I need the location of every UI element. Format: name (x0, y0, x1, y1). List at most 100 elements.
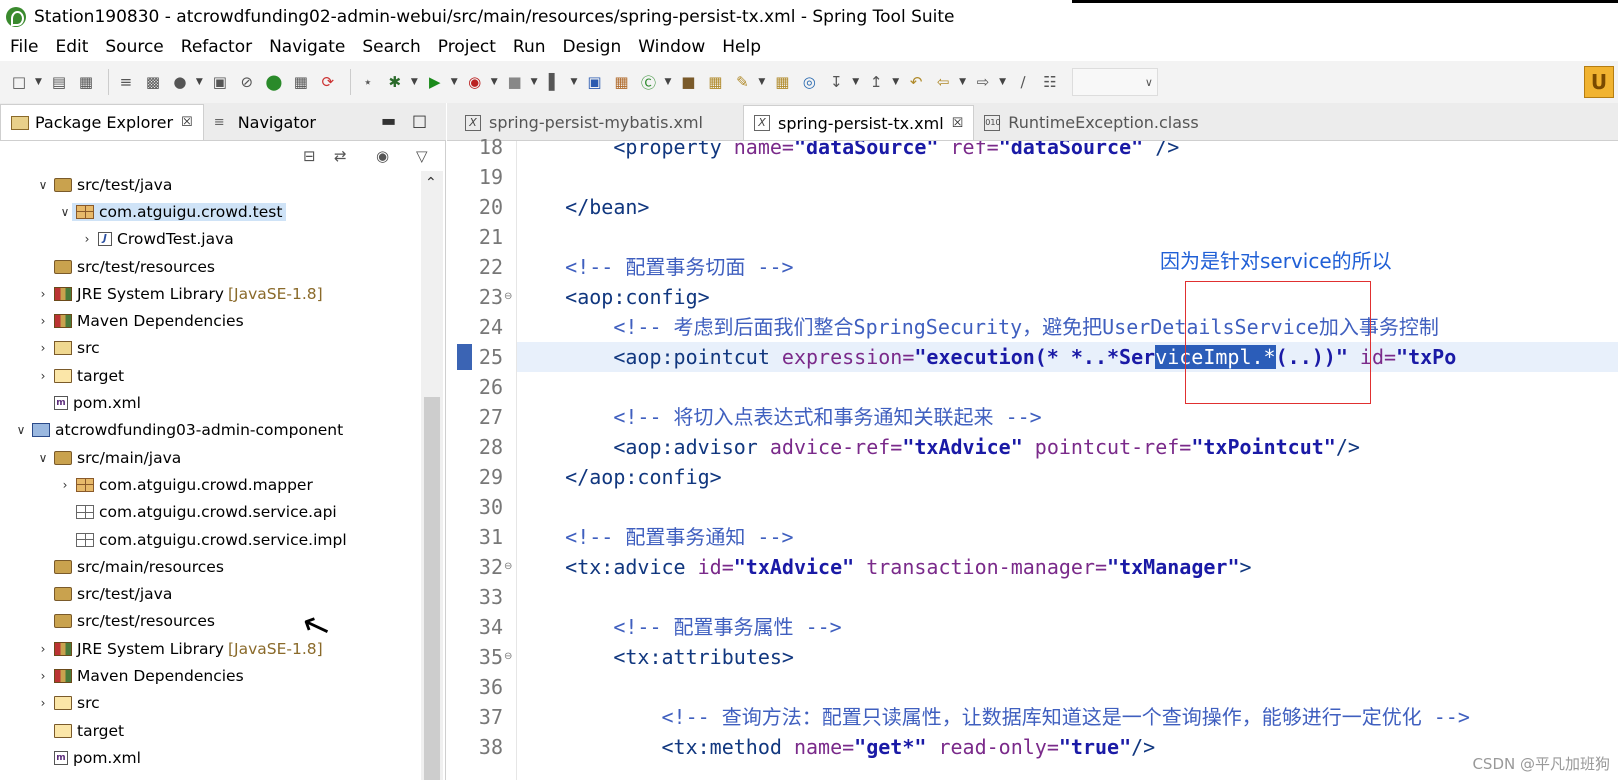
code-line[interactable]: <property name="dataSource" ref="dataSou… (517, 141, 1618, 162)
chevron-right-icon[interactable]: › (36, 314, 50, 328)
skip-breakpoints-icon[interactable]: ⊘ (236, 71, 258, 93)
tree-item[interactable]: › Maven Dependencies (0, 662, 420, 689)
profile-icon[interactable]: ● (169, 71, 191, 93)
debug-icon[interactable]: ✱ (384, 71, 406, 93)
tree-item[interactable]: › JRE System Library [JavaSE-1.8] (0, 280, 420, 307)
debug-green-icon[interactable]: ⬤ (263, 71, 285, 93)
tree-item[interactable]: › src (0, 335, 420, 362)
tree-item[interactable]: › com.atguigu.crowd.mapper (0, 471, 420, 498)
tree-item[interactable]: › src (0, 690, 420, 717)
new-dropdown-icon[interactable]: ▼ (35, 77, 42, 87)
code-line[interactable] (517, 582, 1618, 612)
code-line[interactable] (517, 222, 1618, 252)
run-icon[interactable]: ▶ (424, 71, 446, 93)
maximize-icon[interactable]: □ (412, 111, 427, 130)
code-line[interactable]: <!-- 查询方法：配置只读属性，让数据库知道这是一个查询操作，能够进行一定优化… (517, 702, 1618, 732)
run-server-dropdown-icon[interactable]: ▼ (491, 77, 498, 87)
chevron-right-icon[interactable]: › (36, 696, 50, 710)
close-icon[interactable]: ☒ (181, 115, 193, 130)
profile-dropdown-icon[interactable]: ▼ (196, 77, 203, 87)
spring-refresh-icon[interactable]: ⟳ (317, 71, 339, 93)
chevron-right-icon[interactable]: › (36, 341, 50, 355)
run-dropdown-icon[interactable]: ▼ (451, 77, 458, 87)
code-line[interactable] (517, 672, 1618, 702)
code-line[interactable] (517, 162, 1618, 192)
menu-edit[interactable]: Edit (55, 37, 88, 57)
fold-toggle-icon[interactable]: ⊖ (504, 642, 516, 672)
stop-icon[interactable]: ■ (504, 71, 526, 93)
code-line[interactable]: <!-- 考虑到后面我们整合SpringSecurity，避免把UserDeta… (517, 312, 1618, 342)
menu-navigate[interactable]: Navigate (269, 37, 345, 57)
pencil-icon[interactable]: ✎ (731, 71, 753, 93)
pin-editor-icon[interactable]: ∕ (1012, 71, 1034, 93)
code-line[interactable] (517, 372, 1618, 402)
code-line[interactable]: <!-- 将切入点表达式和事务通知关联起来 --> (517, 402, 1618, 432)
menu-design[interactable]: Design (563, 37, 622, 57)
tab-navigator[interactable]: ≡ Navigator (204, 104, 326, 140)
menu-window[interactable]: Window (638, 37, 705, 57)
save-icon[interactable]: ▤ (48, 71, 70, 93)
code-line[interactable]: <!-- 配置事务切面 --> (517, 252, 1618, 282)
tree-item[interactable]: src/main/resources (0, 553, 420, 580)
tree-item[interactable]: › target (0, 362, 420, 389)
tree-item[interactable]: ∨ atcrowdfunding03-admin-component (0, 417, 420, 444)
tree-item[interactable]: src/test/resources (0, 608, 420, 635)
code-line[interactable]: <tx:advice id="txAdvice" transaction-man… (517, 552, 1618, 582)
code-line[interactable]: <!-- 配置事务通知 --> (517, 522, 1618, 552)
last-edit-icon[interactable]: ↶ (905, 71, 927, 93)
run-server-icon[interactable]: ◉ (464, 71, 486, 93)
code-line[interactable] (517, 492, 1618, 522)
chevron-right-icon[interactable]: › (36, 669, 50, 683)
chevron-right-icon[interactable]: › (58, 478, 72, 492)
fold-toggle-icon[interactable]: ⊖ (504, 282, 516, 312)
new-icon[interactable]: □ (8, 71, 30, 93)
tree-item[interactable]: ∨ com.atguigu.crowd.test (0, 198, 420, 225)
toggle-mark-icon[interactable]: ▦ (290, 71, 312, 93)
tree-item[interactable]: › Maven Dependencies (0, 307, 420, 334)
external-tools-dropdown-icon[interactable]: ▼ (571, 77, 578, 87)
chevron-right-icon[interactable]: › (36, 369, 50, 383)
code-line[interactable]: <tx:method name="get*" read-only="true"/… (517, 732, 1618, 762)
tree-item[interactable]: ∨ src/test/java (0, 171, 420, 198)
code-line[interactable]: </bean> (517, 192, 1618, 222)
new-class-icon[interactable]: Ⓒ (637, 71, 659, 93)
open-task-icon[interactable]: ■ (677, 71, 699, 93)
scrollbar-thumb[interactable] (424, 397, 440, 780)
tree-item[interactable]: › JRE System Library [JavaSE-1.8] (0, 635, 420, 662)
open-resource-icon[interactable]: ▩ (142, 71, 164, 93)
close-icon[interactable]: ☒ (952, 116, 964, 131)
tree-item[interactable]: com.atguigu.crowd.service.impl (0, 526, 420, 553)
tab-runtime-exception[interactable]: 010 RuntimeException.class (974, 105, 1208, 140)
console-icon[interactable]: ▣ (209, 71, 231, 93)
code-line[interactable]: </aop:config> (517, 462, 1618, 492)
tree-item[interactable]: target (0, 717, 420, 744)
grid-icon[interactable]: ☷ (1039, 71, 1061, 93)
search-folder-icon[interactable]: ▦ (771, 71, 793, 93)
view-menu-icon[interactable]: ▽ (416, 147, 428, 165)
chevron-up-icon[interactable]: ⌃ (425, 175, 437, 191)
new-server-icon[interactable]: ▣ (583, 71, 605, 93)
open-type-icon[interactable]: ≡ (115, 71, 137, 93)
code-area[interactable]: <property name="dataSource" ref="dataSou… (517, 141, 1618, 780)
collapse-all-icon[interactable]: ⊟ (303, 147, 316, 165)
tree-item[interactable]: ∨ src/main/java (0, 444, 420, 471)
open-folder-icon[interactable]: ▦ (704, 71, 726, 93)
new-project-icon[interactable]: ▦ (610, 71, 632, 93)
chevron-right-icon[interactable]: › (36, 287, 50, 301)
tree-item[interactable]: m pom.xml (0, 744, 420, 771)
menu-source[interactable]: Source (105, 37, 163, 57)
code-line[interactable]: <aop:advisor advice-ref="txAdvice" point… (517, 432, 1618, 462)
tree-item[interactable]: com.atguigu.crowd.service.api (0, 499, 420, 526)
new-class-dropdown-icon[interactable]: ▼ (664, 77, 671, 87)
chevron-down-icon[interactable]: ∨ (14, 423, 28, 437)
code-line[interactable]: <aop:config> (517, 282, 1618, 312)
spring-perspective-icon[interactable]: U (1584, 66, 1614, 98)
tree-item[interactable]: src/test/resources (0, 253, 420, 280)
menu-search[interactable]: Search (362, 37, 420, 57)
tree-item[interactable]: m pom.xml (0, 389, 420, 416)
code-line[interactable]: <!-- 配置事务属性 --> (517, 612, 1618, 642)
chevron-right-icon[interactable]: › (36, 642, 50, 656)
perspective-combo[interactable]: ∨ (1071, 68, 1158, 96)
menu-file[interactable]: File (10, 37, 38, 57)
menu-help[interactable]: Help (722, 37, 761, 57)
